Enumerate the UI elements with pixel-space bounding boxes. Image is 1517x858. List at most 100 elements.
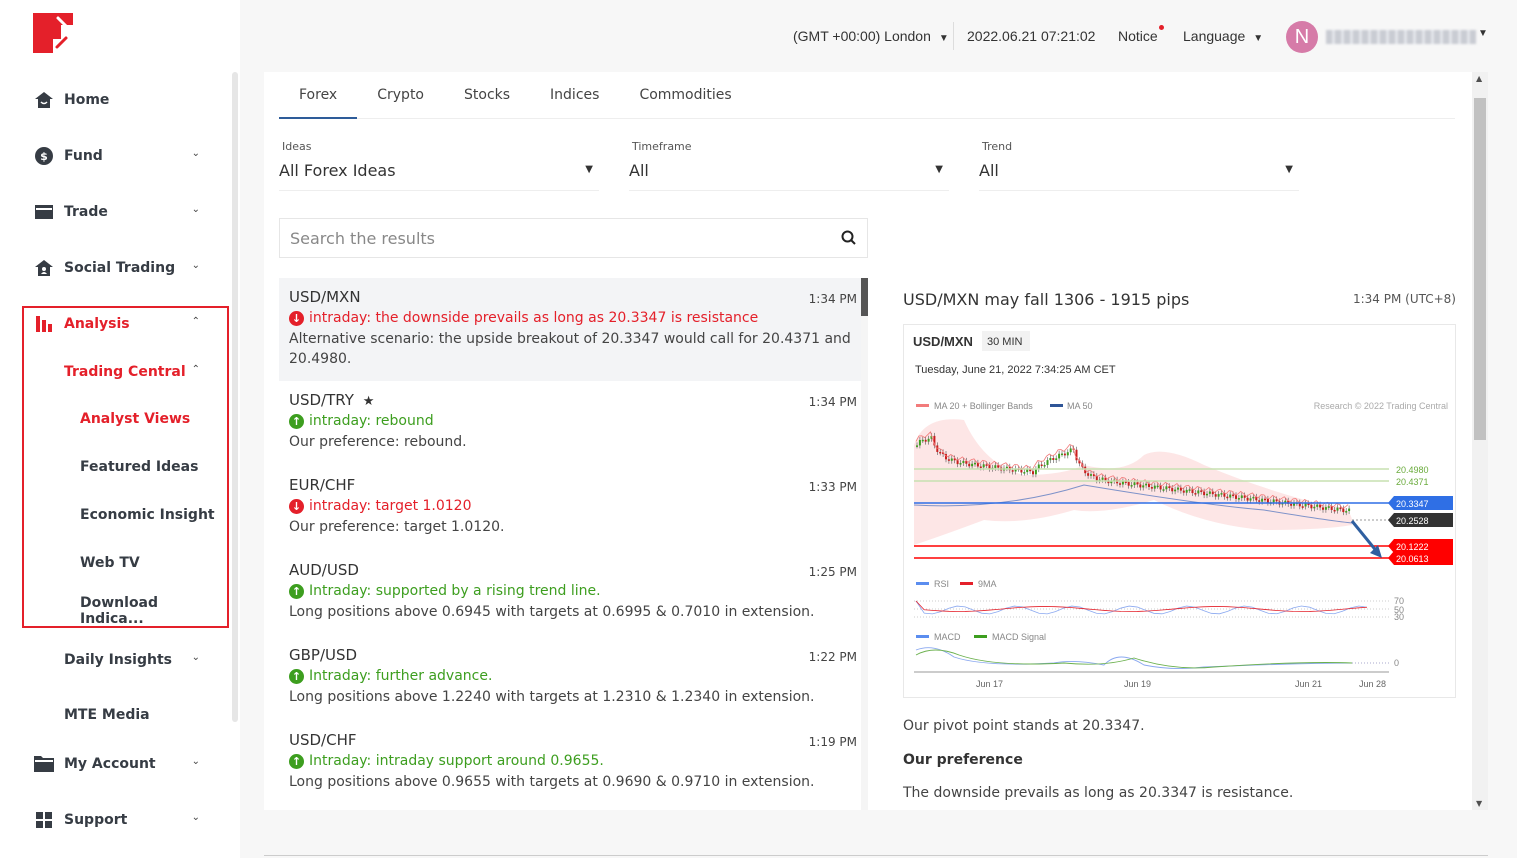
scrollbar-thumb[interactable]	[1474, 98, 1486, 440]
sidebar-item-trade[interactable]: Trade ⌄	[34, 200, 204, 224]
candle-body	[1240, 495, 1243, 499]
idea-time: 1:34 PM	[808, 395, 857, 409]
idea-description: Our preference: target 1.0120.	[289, 519, 505, 535]
chart-symbol: USD/MXN	[913, 334, 973, 349]
filter-label: Trend	[982, 140, 1013, 153]
caret-down-icon: ▼	[585, 164, 593, 175]
candle-body	[985, 464, 988, 466]
level-label: 20.0613	[1396, 554, 1429, 564]
brand-logo[interactable]	[33, 13, 73, 53]
arrow-up-circle-icon: ↑	[289, 583, 304, 599]
search-icon[interactable]	[841, 230, 857, 246]
folder-icon	[34, 754, 54, 774]
candle-body	[1272, 499, 1275, 503]
candle-body	[1264, 498, 1266, 501]
tab-indices[interactable]: Indices	[530, 72, 619, 119]
rsi-line	[915, 600, 1368, 615]
avatar[interactable]: N	[1286, 21, 1318, 53]
sidebar-item-label: Fund	[64, 148, 103, 164]
chevron-down-icon: ⌄	[191, 260, 200, 271]
language-selector[interactable]: Language ▼	[1183, 28, 1263, 44]
x-tick: Jun 21	[1295, 679, 1322, 689]
username-blurred[interactable]	[1326, 30, 1476, 44]
rsi-tick-30: 30	[1394, 612, 1404, 622]
candle-body	[924, 439, 927, 442]
chevron-down-icon: ⌄	[191, 756, 200, 767]
idea-list-item[interactable]: GBP/USD 1:22 PM ↑ Intraday: further advance…	[279, 636, 867, 721]
scroll-up-icon[interactable]: ▲	[1476, 74, 1482, 83]
divider	[953, 22, 954, 50]
notice-button[interactable]: Notice	[1118, 25, 1164, 44]
page-scrollbar[interactable]: ▲ ▼	[1472, 72, 1488, 810]
candle-body	[927, 438, 930, 442]
candle-body	[1348, 508, 1351, 512]
idea-pair: EUR/CHF	[289, 476, 356, 494]
sidebar-item-mte-media[interactable]: MTE Media	[64, 703, 234, 727]
timeframe-select[interactable]: All ▼	[629, 161, 949, 191]
candle-body	[982, 464, 985, 468]
idea-description: Long positions above 0.9655 with targets…	[289, 774, 815, 790]
sidebar-scrollbar[interactable]	[232, 72, 238, 722]
macd-pane	[915, 647, 1389, 670]
caret-down-icon[interactable]: ▼	[1478, 28, 1488, 39]
candle-body	[1290, 503, 1293, 506]
idea-list-item[interactable]: EUR/CHF 1:33 PM ↓ intraday: target 1.0120 Ou…	[279, 466, 867, 551]
scroll-down-icon[interactable]: ▼	[1476, 799, 1482, 808]
idea-list-item[interactable]: USD/MXN 1:34 PM ↓ intraday: the downside pr…	[279, 278, 867, 381]
arrow-up-circle-icon: ↑	[289, 413, 304, 429]
candle-body	[1327, 506, 1330, 508]
trend-select[interactable]: All ▼	[979, 161, 1299, 191]
tab-commodities[interactable]: Commodities	[619, 72, 751, 119]
legend-rsi: RSI	[934, 579, 949, 589]
filter-label: Ideas	[282, 140, 312, 153]
idea-headline: ↑ Intraday: intraday support around 0.965…	[289, 753, 857, 769]
candle-body	[1075, 449, 1078, 461]
idea-description: Our preference: rebound.	[289, 434, 467, 450]
idea-pair: USD/MXN	[289, 288, 361, 306]
sidebar-item-featured-ideas[interactable]: Featured Ideas	[80, 455, 250, 479]
candle-body	[1214, 494, 1217, 497]
sidebar-item-web-tv[interactable]: Web TV	[80, 551, 250, 575]
tab-stocks[interactable]: Stocks	[444, 72, 530, 119]
candle-body	[1040, 464, 1043, 467]
grid-icon	[34, 810, 54, 830]
level-label: 20.4371	[1396, 477, 1429, 487]
main-panel: Forex Crypto Stocks Indices Commodities …	[264, 72, 1488, 810]
bar-chart-icon	[34, 314, 54, 334]
ideas-list-scrollbar[interactable]	[861, 278, 868, 810]
sidebar-item-my-account[interactable]: My Account ⌄	[34, 752, 204, 776]
ideas-filter: Ideas All Forex Ideas ▼	[279, 140, 599, 191]
tab-crypto[interactable]: Crypto	[357, 72, 444, 119]
candle-body	[1165, 486, 1168, 490]
sidebar-item-trading-central[interactable]: Trading Central ⌃	[64, 360, 204, 384]
caret-down-icon: ▼	[1285, 164, 1293, 175]
sidebar-item-download-indicators[interactable]: Download Indica...	[80, 595, 220, 627]
ideas-select[interactable]: All Forex Ideas ▼	[279, 161, 599, 191]
top-bar: (GMT +00:00) London ▼ 2022.06.21 07:21:02…	[240, 0, 1517, 72]
star-icon[interactable]: ★	[363, 394, 375, 409]
sidebar-item-fund[interactable]: $ Fund ⌄	[34, 144, 204, 168]
sidebar-item-home[interactable]: Home	[34, 88, 204, 112]
scrollbar-thumb[interactable]	[861, 278, 868, 316]
caret-down-icon: ▼	[938, 33, 949, 44]
caret-down-icon: ▼	[1253, 33, 1264, 44]
sidebar-item-analysis[interactable]: Analysis ⌃	[34, 312, 204, 336]
idea-list-item[interactable]: USD/CHF 1:19 PM ↑ Intraday: intraday suppor…	[279, 721, 867, 806]
legend-swatch-ma50	[1050, 404, 1063, 407]
sidebar-item-support[interactable]: Support ⌄	[34, 808, 204, 832]
sidebar-item-daily-insights[interactable]: Daily Insights ⌄	[64, 648, 204, 672]
timezone-selector[interactable]: (GMT +00:00) London ▼	[793, 28, 949, 44]
sidebar-item-social-trading[interactable]: Social Trading ⌄	[34, 256, 204, 280]
candle-body	[1121, 481, 1124, 485]
sidebar-item-analyst-views[interactable]: Analyst Views	[80, 407, 250, 431]
idea-list-item[interactable]: USD/TRY ★ 1:34 PM ↑ intraday: rebound Our pr…	[279, 381, 867, 466]
idea-time: 1:25 PM	[808, 565, 857, 579]
search-input[interactable]: Search the results	[279, 218, 868, 258]
idea-headline: ↑ Intraday: supported by a rising trend l…	[289, 583, 857, 599]
tab-forex[interactable]: Forex	[279, 72, 358, 119]
ideas-list: USD/MXN 1:34 PM ↓ intraday: the downside pr…	[279, 278, 867, 810]
idea-list-item[interactable]: AUD/USD 1:25 PM ↑ Intraday: supported by a …	[279, 551, 867, 636]
sidebar: Home $ Fund ⌄ Trade ⌄ Social Trading ⌄ A…	[0, 0, 240, 858]
sidebar-item-economic-insight[interactable]: Economic Insight	[80, 503, 250, 527]
candle-body	[1249, 498, 1252, 501]
